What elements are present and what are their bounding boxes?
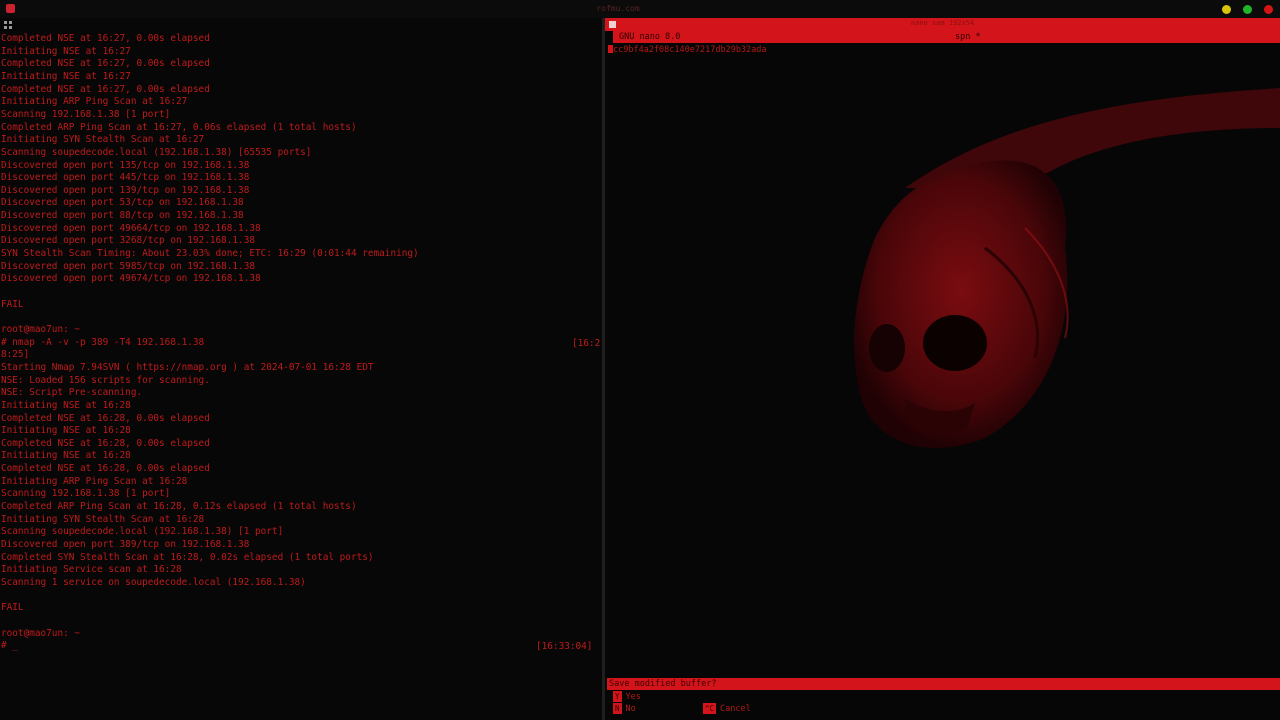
terminal-line: Initiating NSE at 16:28: [1, 425, 131, 437]
terminal-line: Scanning 192.168.1.38 [1 port]: [1, 108, 171, 120]
terminal-line: Completed NSE at 16:28, 0.00s elapsed: [1, 437, 210, 449]
buffer-line-1: cc9bf4a2f08c140e7217db29b32ada: [613, 45, 767, 55]
nano-file-name: spn *: [955, 32, 981, 42]
close-button[interactable]: [1264, 5, 1273, 14]
terminal-line: Discovered open port 3268/tcp on 192.168…: [1, 235, 255, 247]
terminal-line: # nmap -A -v -p 389 -T4 192.168.1.38: [1, 336, 205, 348]
timestamp-truncated: [16:2: [572, 338, 601, 349]
terminal-line: Initiating NSE at 16:28: [1, 450, 131, 462]
terminal-line: Discovered open port 88/tcp on 192.168.1…: [1, 210, 244, 222]
nano-pane[interactable]: nano sam 192x54 GNU nano 8.0 spn * cc9bf…: [605, 18, 1280, 720]
terminal-line: Initiating NSE at 16:27: [1, 45, 131, 57]
save-prompt-text: Save modified buffer?: [609, 679, 717, 689]
save-prompt-bar: Save modified buffer?: [607, 678, 1280, 690]
terminal-line: NSE: Loaded 156 scripts for scanning.: [1, 374, 210, 386]
terminal-line: Discovered open port 139/tcp on 192.168.…: [1, 184, 250, 196]
workspace-grid-icon[interactable]: [4, 21, 12, 29]
prompt-user: root: [1, 627, 24, 639]
shell-prompt: root@mao7un: ~: [1, 627, 80, 640]
option-cancel[interactable]: ^C Cancel: [703, 703, 751, 715]
terminal-line: FAIL: [1, 602, 24, 614]
terminal-line: NSE: Script Pre-scanning.: [1, 387, 143, 399]
terminal-line: FAIL: [1, 298, 24, 310]
top-bar: rofmu.com: [0, 0, 1280, 18]
skull-wallpaper-image: [854, 88, 1280, 448]
option-yes[interactable]: Y Yes: [613, 691, 641, 703]
terminal-line: Initiating ARP Ping Scan at 16:28: [1, 475, 188, 487]
terminal-line: Completed ARP Ping Scan at 16:27, 0.06s …: [1, 121, 357, 133]
option-cancel-label: Cancel: [720, 704, 751, 714]
nano-app-name: GNU nano 8.0: [619, 32, 681, 42]
maximize-button[interactable]: [1243, 5, 1252, 14]
terminal-line: Discovered open port 135/tcp on 192.168.…: [1, 159, 250, 171]
terminal-line: Discovered open port 445/tcp on 192.168.…: [1, 172, 250, 184]
option-no-key: N: [613, 703, 622, 714]
window-title: rofmu.com: [596, 4, 640, 13]
shell-prompt: root@mao7un: ~: [1, 323, 80, 336]
terminal-line: Initiating NSE at 16:28: [1, 399, 131, 411]
prompt-host: mao7un: [29, 627, 64, 639]
terminal-line: Discovered open port 49674/tcp on 192.16…: [1, 273, 261, 285]
terminal-line: Scanning soupedecode.local (192.168.1.38…: [1, 146, 312, 158]
terminal-pane[interactable]: [16:2 [16:33:04] Completed NSE at 16:27,…: [0, 31, 602, 720]
terminal-line: Initiating Service scan at 16:28: [1, 564, 182, 576]
timestamp-current: [16:33:04]: [536, 641, 593, 652]
terminal-line: SYN Stealth Scan Timing: About 23.03% do…: [1, 248, 419, 260]
terminal-line: 8:25]: [1, 349, 30, 361]
terminal-line: Scanning 1 service on soupedecode.local …: [1, 576, 306, 588]
nano-title-bar: GNU nano 8.0 spn *: [613, 31, 1280, 43]
terminal-line: Completed NSE at 16:27, 0.00s elapsed: [1, 33, 210, 44]
terminal-line: Completed SYN Stealth Scan at 16:28, 0.0…: [1, 551, 374, 563]
terminal-line: Scanning 192.168.1.38 [1 port]: [1, 488, 171, 500]
terminal-line: Discovered open port 389/tcp on 192.168.…: [1, 539, 250, 550]
terminal-line: Discovered open port 53/tcp on 192.168.1…: [1, 197, 244, 209]
prompt-user: root: [1, 323, 24, 335]
terminal-line: Completed NSE at 16:28, 0.00s elapsed: [1, 412, 210, 424]
terminal-line: Completed NSE at 16:27, 0.00s elapsed: [1, 58, 210, 70]
terminal-line: Completed NSE at 16:28, 0.00s elapsed: [1, 463, 210, 475]
terminal-line: # _: [1, 640, 18, 652]
terminal-line: Scanning soupedecode.local (192.168.1.38…: [1, 526, 284, 538]
terminal-line: Initiating ARP Ping Scan at 16:27: [1, 96, 188, 108]
option-yes-label: Yes: [625, 692, 641, 702]
option-no-label: No: [625, 704, 636, 714]
terminal-line: Initiating SYN Stealth Scan at 16:28: [1, 513, 205, 525]
terminal-line: Discovered open port 5985/tcp on 192.168…: [1, 260, 255, 272]
prompt-sep: : ~: [63, 323, 81, 335]
terminal-line: Completed ARP Ping Scan at 16:28, 0.12s …: [1, 501, 357, 513]
terminal-line: Initiating NSE at 16:27: [1, 70, 131, 82]
option-yes-key: Y: [613, 691, 622, 702]
terminal-line: Discovered open port 49664/tcp on 192.16…: [1, 222, 261, 234]
nano-window-title: nano sam 192x54: [910, 19, 975, 27]
prompt-sep: : ~: [63, 627, 81, 639]
buffer-text[interactable]: cc9bf4a2f08c140e7217db29b32ada: [608, 45, 767, 55]
minimize-button[interactable]: [1222, 5, 1231, 14]
terminal-line: Starting Nmap 7.94SVN ( https://nmap.org…: [1, 361, 374, 373]
prompt-host: mao7un: [29, 323, 64, 335]
option-no[interactable]: N No: [613, 703, 636, 715]
terminal-line: Initiating SYN Stealth Scan at 16:27: [1, 134, 205, 146]
option-cancel-key: ^C: [703, 703, 717, 714]
nano-window-header: nano sam 192x54: [605, 18, 1280, 31]
terminal-line: Completed NSE at 16:27, 0.00s elapsed: [1, 83, 210, 95]
